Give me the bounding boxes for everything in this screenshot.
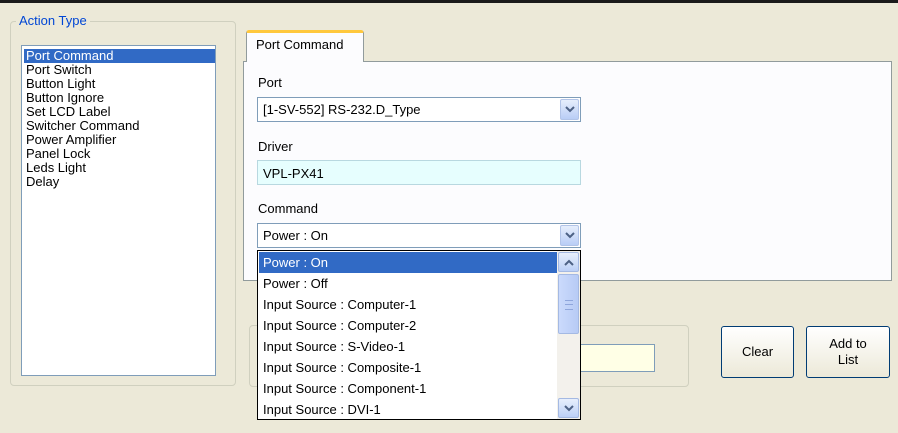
- scroll-up-button[interactable]: [558, 252, 579, 272]
- scroll-down-icon: [564, 405, 574, 412]
- dropdown-scrollbar[interactable]: [557, 251, 580, 419]
- chevron-down-icon: [565, 232, 575, 239]
- add-to-list-label-line1: Add to: [829, 336, 867, 351]
- command-option-computer-2[interactable]: Input Source : Computer-2: [259, 315, 557, 336]
- list-item-panel-lock[interactable]: Panel Lock: [24, 147, 215, 161]
- list-item-power-amplifier[interactable]: Power Amplifier: [24, 133, 215, 147]
- list-item-leds-light[interactable]: Leds Light: [24, 161, 215, 175]
- scroll-thumb-grip-icon: [565, 300, 573, 310]
- list-item-delay[interactable]: Delay: [24, 175, 215, 189]
- list-item-port-switch[interactable]: Port Switch: [24, 63, 215, 77]
- command-label: Command: [258, 201, 318, 216]
- list-item-button-ignore[interactable]: Button Ignore: [24, 91, 215, 105]
- add-to-list-label-line2: List: [837, 352, 859, 367]
- scroll-thumb[interactable]: [558, 274, 579, 334]
- command-option-composite-1[interactable]: Input Source : Composite-1: [259, 357, 557, 378]
- driver-field: VPL-PX41: [257, 160, 581, 185]
- action-type-list[interactable]: Port Command Port Switch Button Light Bu…: [21, 45, 216, 376]
- list-item-button-light[interactable]: Button Light: [24, 77, 215, 91]
- command-option-computer-1[interactable]: Input Source : Computer-1: [259, 294, 557, 315]
- tab-port-command-label: Port Command: [256, 37, 344, 52]
- list-item-set-lcd-label[interactable]: Set LCD Label: [24, 105, 215, 119]
- clear-button[interactable]: Clear: [721, 326, 794, 378]
- command-dropdown-list[interactable]: Power : On Power : Off Input Source : Co…: [257, 250, 581, 420]
- action-type-legend: Action Type: [16, 13, 90, 28]
- command-option-dvi-1[interactable]: Input Source : DVI-1: [259, 399, 557, 420]
- command-select[interactable]: Power : On: [257, 223, 581, 248]
- port-select[interactable]: [1-SV-552] RS-232.D_Type: [257, 97, 581, 122]
- port-select-value: [1-SV-552] RS-232.D_Type: [263, 102, 421, 117]
- port-label: Port: [258, 75, 282, 90]
- chevron-down-icon: [565, 106, 575, 113]
- scroll-up-icon: [564, 259, 574, 266]
- driver-value: VPL-PX41: [263, 166, 324, 181]
- command-option-s-video-1[interactable]: Input Source : S-Video-1: [259, 336, 557, 357]
- command-option-power-off[interactable]: Power : Off: [259, 273, 557, 294]
- list-item-switcher-command[interactable]: Switcher Command: [24, 119, 215, 133]
- command-option-component-1[interactable]: Input Source : Component-1: [259, 378, 557, 399]
- lower-text-field[interactable]: [578, 344, 655, 372]
- command-dropdown-button[interactable]: [560, 225, 579, 246]
- command-option-power-on[interactable]: Power : On: [259, 252, 557, 273]
- command-select-value: Power : On: [263, 228, 329, 243]
- driver-label: Driver: [258, 139, 293, 154]
- scroll-down-button[interactable]: [558, 398, 579, 418]
- port-dropdown-button[interactable]: [560, 99, 579, 120]
- add-to-list-button[interactable]: Add to List: [806, 326, 890, 378]
- list-item-port-command[interactable]: Port Command: [24, 49, 215, 63]
- window-top-edge: [0, 0, 898, 16]
